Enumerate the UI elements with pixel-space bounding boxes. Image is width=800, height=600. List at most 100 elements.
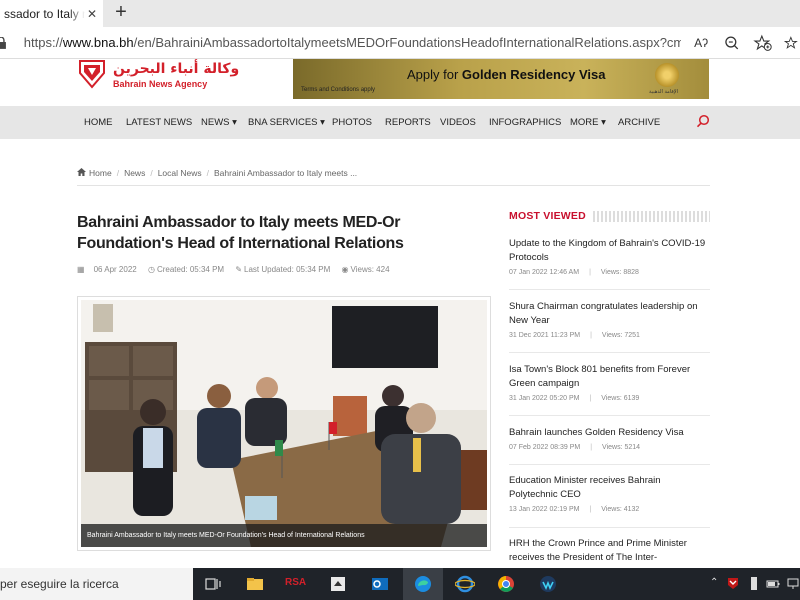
chrome-icon[interactable] [496,574,516,594]
star-add-icon[interactable] [752,32,774,54]
site-header: وكالة أنباء البحرين Bahrain News Agency … [0,59,800,106]
article-meta: ▦ 06 Apr 2022 ◷ Created: 05:34 PM ✎ Last Up… [77,265,399,274]
nav-infographics[interactable]: INFOGRAPHICS [489,117,561,128]
mcafee-icon[interactable] [726,576,740,590]
zoom-icon[interactable] [721,32,743,54]
most-viewed-heading: MOST VIEWED [509,210,710,224]
banner-title-prefix: Apply for [407,67,462,82]
article-photo[interactable]: Bahraini Ambassador to Italy meets MED-O… [77,296,491,551]
divider [509,415,710,416]
most-viewed-item-date: 13 Jan 2022 02:19 PM [509,506,580,513]
bna-logo-icon[interactable] [78,59,106,89]
most-viewed-item[interactable]: Isa Town's Block 801 benefits from Forev… [509,363,710,402]
banner-seal-text: الإقامة الذهبية [649,89,678,95]
new-tab-button[interactable]: + [110,2,132,24]
most-viewed-item[interactable]: Update to the Kingdom of Bahrain's COVID… [509,237,710,276]
most-viewed-item-title[interactable]: Education Minister receives Bahrain Poly… [509,474,710,502]
most-viewed-item-title[interactable]: Bahrain launches Golden Residency Visa [509,426,710,440]
url-prefix: https:// [23,35,63,50]
main-nav: HOME LATEST NEWS NEWS ▾ BNA SERVICES ▾ P… [0,106,800,139]
nav-videos[interactable]: VIDEOS [440,117,476,128]
breadcrumb-local-news[interactable]: Local News [158,168,202,178]
usb-device-icon[interactable] [748,576,760,592]
browser-tab[interactable]: ssador to Italy me ✕ [0,0,103,27]
most-viewed-item-meta: 31 Dec 2021 11:23 PM | Views: 7251 [509,332,640,339]
most-viewed-item-views: Views: 5214 [602,444,641,451]
banner-title: Apply for Golden Residency Visa [407,67,605,82]
most-viewed-item-views: Views: 4132 [601,506,640,513]
nav-latest-news[interactable]: LATEST NEWS [126,117,192,128]
clock-icon: ◷ [147,265,155,274]
favorites-icon[interactable] [782,32,800,54]
nav-bna-services[interactable]: BNA SERVICES ▾ [248,117,325,128]
tab-title: ssador to Italy me [4,6,85,21]
breadcrumb: Home / News / Local News / Bahraini Ambassador… [77,168,710,186]
most-viewed-item[interactable]: Bahrain launches Golden Residency Visa 0… [509,426,710,451]
webex-icon[interactable] [538,574,558,594]
most-viewed-item-title[interactable]: Update to the Kingdom of Bahrain's COVID… [509,237,710,265]
breadcrumb-home[interactable]: Home [89,168,112,178]
article-views: Views: 424 [350,265,390,274]
nav-reports[interactable]: REPORTS [385,117,431,128]
photo-caption: Bahraini Ambassador to Italy meets MED-O… [81,524,487,547]
internet-explorer-icon[interactable] [455,574,475,594]
read-aloud-icon[interactable]: Aʔ [690,32,712,54]
most-viewed-item-title[interactable]: Shura Chairman congratulates leadership … [509,300,710,328]
breadcrumb-separator: / [150,168,153,178]
close-tab-icon[interactable]: ✕ [85,7,99,21]
edit-icon: ✎ [235,265,243,274]
meeting-photo [81,300,487,547]
nav-news[interactable]: NEWS ▾ [201,117,237,128]
golden-residency-banner[interactable]: Apply for Golden Residency Visa Terms an… [293,59,709,99]
article-updated: Last Updated: 05:34 PM [244,265,331,274]
most-viewed-item-date: 31 Jan 2022 05:20 PM [509,395,580,402]
logo-english-text: Bahrain News Agency [113,79,208,89]
most-viewed-item-views: Views: 8828 [600,269,639,276]
app-icon[interactable] [328,574,348,594]
most-viewed-item-date: 07 Jan 2022 12:46 AM [509,269,580,276]
task-view-icon[interactable] [203,574,223,594]
taskbar-search-input[interactable]: per eseguire la ricerca [0,568,193,600]
address-bar: https://www.bna.bh/en/BahrainiAmbassador… [0,27,800,59]
breadcrumb-current: Bahraini Ambassador to Italy meets ... [214,168,358,178]
most-viewed-item-title[interactable]: HRH the Crown Prince and Prime Minister … [509,537,710,565]
edge-icon[interactable] [413,574,433,594]
banner-title-bold: Golden Residency Visa [461,67,606,82]
nav-photos[interactable]: PHOTOS [332,117,372,128]
banner-terms: Terms and Conditions apply [301,87,376,93]
url-field[interactable]: https://www.bna.bh/en/BahrainiAmbassador… [24,35,682,50]
divider [509,464,710,465]
most-viewed-item-meta: 31 Jan 2022 05:20 PM | Views: 6139 [509,395,640,402]
browser-tab-bar: ssador to Italy me ✕ + [0,0,800,27]
eye-icon: ◉ [341,265,349,274]
divider [509,289,710,290]
file-explorer-icon[interactable] [245,574,265,594]
nav-archive[interactable]: ARCHIVE [618,117,660,128]
most-viewed-item[interactable]: HRH the Crown Prince and Prime Minister … [509,537,710,565]
most-viewed-item[interactable]: Education Minister receives Bahrain Poly… [509,474,710,513]
article-title: Bahraini Ambassador to Italy meets MED-O… [77,214,404,252]
most-viewed-item[interactable]: Shura Chairman congratulates leadership … [509,300,710,339]
lock-icon[interactable] [0,36,14,49]
home-icon [77,168,86,176]
breadcrumb-news[interactable]: News [124,168,145,178]
nav-home[interactable]: HOME [84,117,113,128]
golden-seal-icon [655,63,679,87]
search-icon[interactable] [696,114,710,128]
meeting-photo-illustration [81,300,487,547]
chevron-up-icon[interactable]: ⌃ [710,577,718,588]
most-viewed-item-views: Views: 6139 [601,395,640,402]
battery-icon[interactable] [766,578,780,590]
outlook-icon[interactable] [370,574,390,594]
url-domain: www.bna.bh [62,35,134,50]
most-viewed-item-title[interactable]: Isa Town's Block 801 benefits from Forev… [509,363,710,391]
divider [509,527,710,528]
most-viewed-item-date: 31 Dec 2021 11:23 PM [509,332,581,339]
most-viewed-item-views: Views: 7251 [601,332,640,339]
most-viewed-item-meta: 13 Jan 2022 02:19 PM | Views: 4132 [509,506,640,513]
logo-arabic-text: وكالة أنباء البحرين [113,61,240,77]
nav-more[interactable]: MORE ▾ [570,117,606,128]
network-icon[interactable] [786,576,800,590]
divider [509,352,710,353]
rsa-app-icon[interactable]: RSA [285,577,306,588]
